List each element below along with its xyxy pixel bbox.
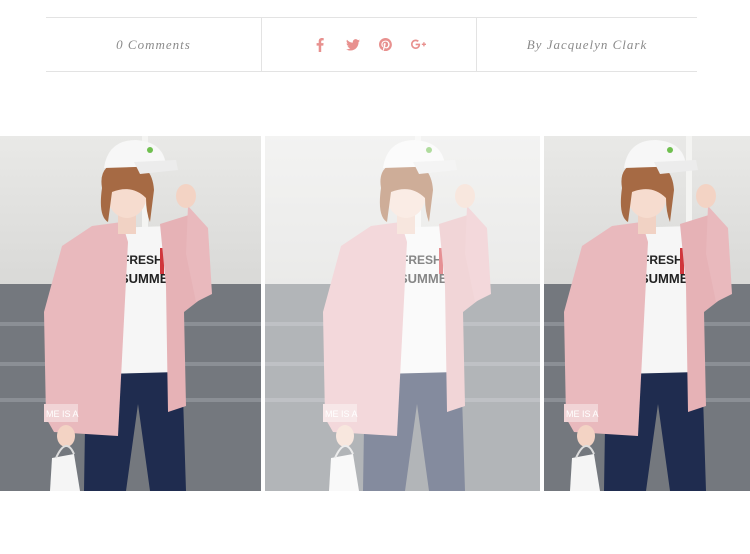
- author-link[interactable]: By Jacquelyn Clark: [527, 37, 648, 53]
- gallery-photo-1[interactable]: FRESH SUMMER ME IS A: [0, 136, 261, 491]
- google-plus-icon[interactable]: [411, 37, 427, 53]
- shirt-print-line2: SUMMER: [399, 271, 457, 286]
- pinterest-icon[interactable]: [378, 37, 394, 53]
- author-cell: By Jacquelyn Clark: [477, 18, 697, 71]
- comments-link[interactable]: 0 Comments: [116, 37, 191, 53]
- twitter-icon[interactable]: [345, 37, 361, 53]
- cuff-print: ME IS A: [325, 409, 358, 419]
- gallery-photo-3[interactable]: FRESH SUMMER ME IS A: [544, 136, 750, 491]
- share-cell: [262, 18, 477, 71]
- cuff-print: ME IS A: [566, 409, 599, 419]
- shirt-print-line1: FRESH: [642, 253, 683, 267]
- photo-gallery: FRESH SUMMER ME IS A FRESH SUMMER ME IS …: [0, 136, 750, 491]
- facebook-icon[interactable]: [312, 37, 328, 53]
- shirt-print-line1: FRESH: [401, 253, 442, 267]
- comments-cell: 0 Comments: [46, 18, 262, 71]
- cuff-print: ME IS A: [46, 409, 79, 419]
- gallery-photo-2[interactable]: FRESH SUMMER ME IS A: [265, 136, 540, 491]
- shirt-print-line1: FRESH: [122, 253, 163, 267]
- share-icons: [312, 37, 427, 53]
- post-meta-bar: 0 Comments By Jacquelyn Clark: [46, 17, 697, 72]
